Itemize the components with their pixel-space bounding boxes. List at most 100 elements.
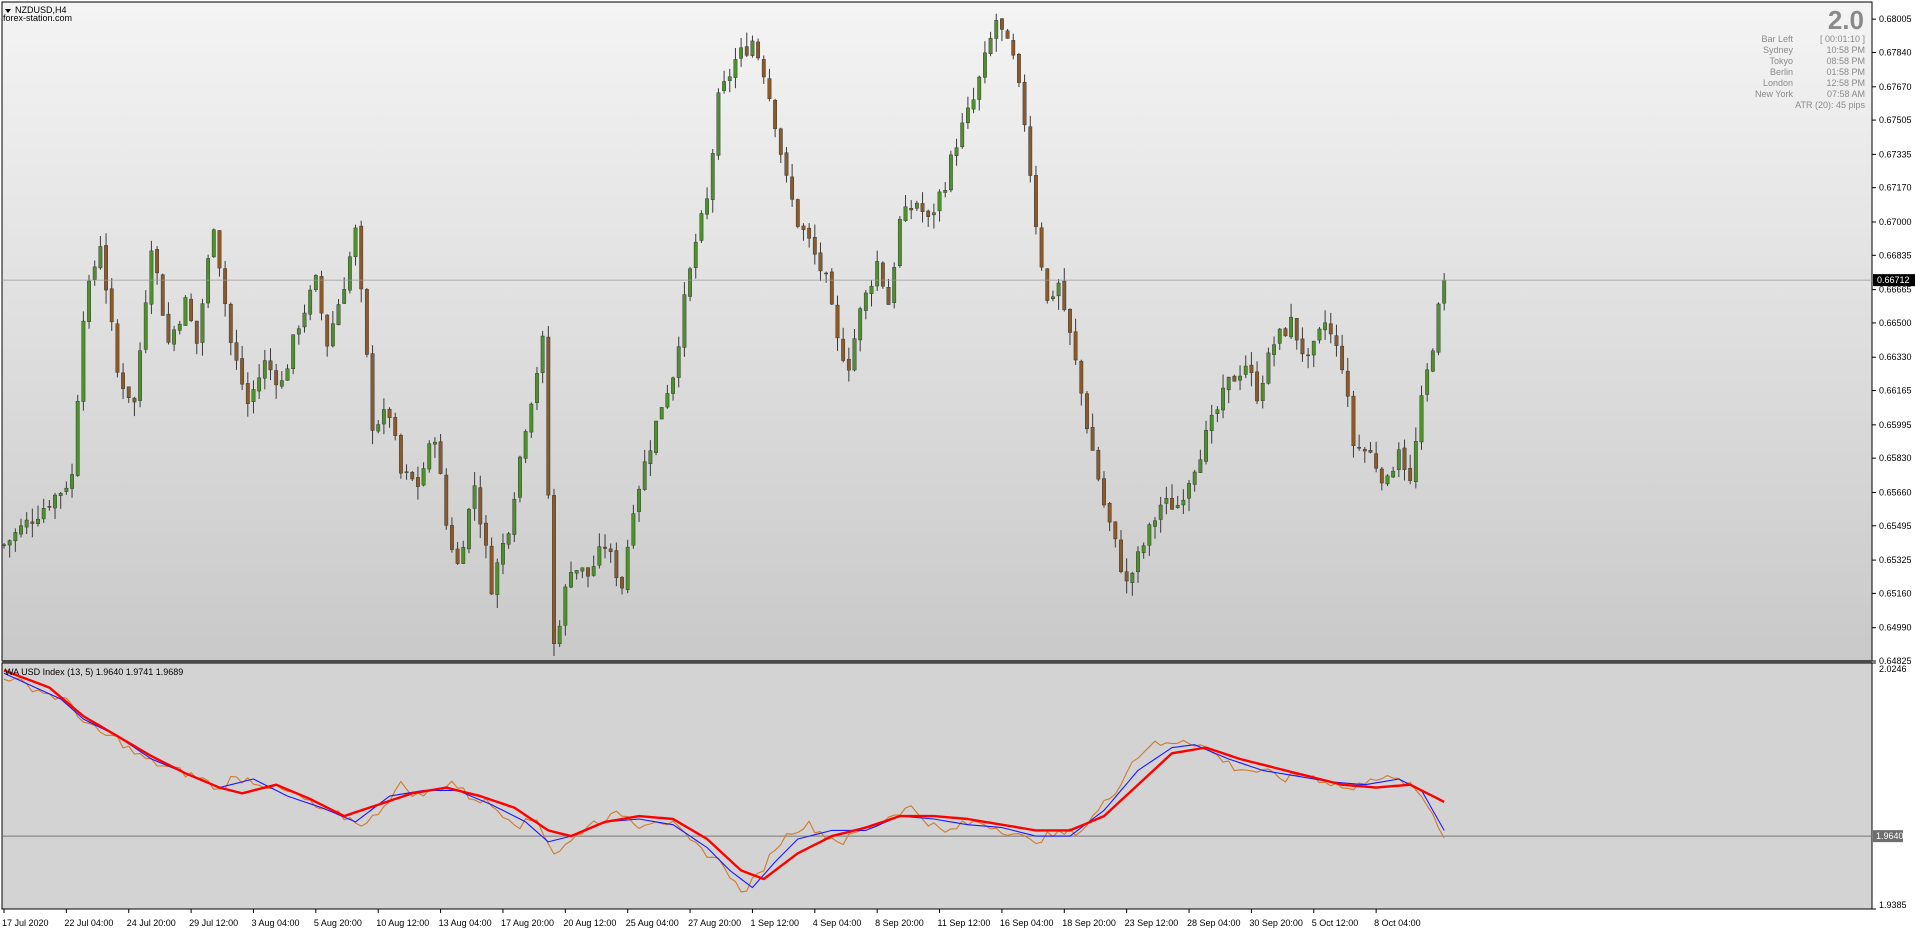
candle bbox=[977, 76, 982, 100]
candle bbox=[1147, 524, 1152, 546]
time-tick-label: 24 Jul 20:00 bbox=[127, 918, 176, 928]
price-tick-label: 0.67170 bbox=[1879, 183, 1912, 193]
indicator-value-label: 1.9640 bbox=[1876, 831, 1904, 841]
candle bbox=[342, 289, 347, 304]
pane-separator[interactable] bbox=[2, 660, 1872, 663]
candle bbox=[245, 383, 250, 404]
candle bbox=[535, 373, 539, 403]
price-tick-label: 0.65325 bbox=[1879, 555, 1912, 565]
candle bbox=[24, 519, 29, 528]
info-row-value: 12:58 PM bbox=[1826, 78, 1865, 88]
candle bbox=[1419, 395, 1424, 443]
candle bbox=[399, 435, 403, 474]
candle bbox=[1413, 441, 1418, 482]
candle bbox=[931, 212, 936, 216]
candle bbox=[829, 271, 834, 305]
candle bbox=[608, 548, 613, 552]
candle bbox=[206, 258, 211, 304]
candle bbox=[1283, 328, 1288, 337]
indicator-tick-label: 2.0246 bbox=[1879, 664, 1907, 674]
candle bbox=[767, 78, 772, 99]
candle bbox=[194, 320, 199, 344]
candle bbox=[642, 461, 647, 490]
candle bbox=[387, 408, 392, 419]
candle bbox=[546, 336, 551, 496]
time-tick-label: 22 Jul 04:00 bbox=[64, 918, 113, 928]
candle bbox=[682, 294, 687, 348]
candle bbox=[529, 403, 534, 433]
candle bbox=[1345, 370, 1350, 397]
candle bbox=[863, 292, 868, 311]
candle bbox=[183, 297, 188, 326]
candle bbox=[138, 350, 142, 401]
candle bbox=[1221, 387, 1225, 411]
candle bbox=[172, 329, 176, 345]
candle bbox=[461, 547, 466, 564]
price-tick-label: 0.66330 bbox=[1879, 352, 1912, 362]
time-tick-label: 27 Aug 20:00 bbox=[688, 918, 741, 928]
price-tick-label: 0.66500 bbox=[1879, 318, 1912, 328]
candle bbox=[1011, 40, 1016, 56]
candle bbox=[1062, 280, 1067, 311]
candle bbox=[234, 342, 239, 361]
candle bbox=[1362, 449, 1367, 452]
candle bbox=[1374, 453, 1379, 469]
mt4-chart-window[interactable]: 0.68005 0.67840 0.67670 0.67505 0.67335 0.671… bbox=[0, 0, 1916, 933]
candle bbox=[552, 495, 556, 644]
candle bbox=[70, 474, 74, 489]
candle bbox=[160, 274, 165, 316]
indicator-title[interactable]: WA USD Index (13, 5) 1.9640 1.9741 1.968… bbox=[5, 667, 183, 677]
candle bbox=[166, 313, 171, 343]
time-tick-label: 8 Oct 04:00 bbox=[1374, 918, 1421, 928]
candle bbox=[688, 268, 692, 297]
candle bbox=[523, 431, 528, 459]
candle bbox=[1113, 521, 1118, 540]
candle bbox=[1017, 54, 1021, 83]
candle bbox=[438, 441, 443, 474]
candle bbox=[1068, 308, 1072, 333]
time-tick-label: 10 Aug 12:00 bbox=[376, 918, 429, 928]
info-row-label: Bar Left bbox=[1761, 34, 1793, 44]
candle bbox=[1124, 571, 1129, 582]
candle bbox=[773, 99, 778, 130]
candle bbox=[676, 346, 681, 378]
time-tick-label: 8 Sep 20:00 bbox=[875, 918, 924, 928]
indicator-pane[interactable] bbox=[1, 662, 1873, 910]
candle bbox=[710, 153, 715, 200]
candle bbox=[393, 417, 398, 436]
candle bbox=[625, 546, 630, 590]
candle bbox=[1085, 393, 1089, 430]
candle bbox=[920, 203, 925, 212]
candle bbox=[818, 252, 823, 272]
candle bbox=[126, 386, 131, 399]
candle bbox=[744, 46, 749, 56]
candle bbox=[580, 567, 585, 572]
candle bbox=[716, 92, 721, 156]
candle bbox=[155, 249, 159, 274]
time-tick-label: 11 Sep 12:00 bbox=[938, 918, 991, 928]
candle bbox=[376, 424, 381, 432]
candle bbox=[943, 190, 948, 193]
candle bbox=[1255, 371, 1259, 402]
candle bbox=[1136, 551, 1140, 573]
candle bbox=[886, 287, 891, 305]
candle bbox=[1051, 296, 1055, 299]
candle bbox=[846, 358, 851, 371]
candle bbox=[92, 266, 97, 280]
candle bbox=[1187, 483, 1191, 499]
candle bbox=[1153, 520, 1157, 527]
candle bbox=[268, 360, 273, 371]
candle bbox=[1198, 459, 1203, 473]
candle bbox=[1340, 345, 1345, 371]
info-row-label: Sydney bbox=[1763, 45, 1794, 55]
price-tick-label: 0.66165 bbox=[1879, 386, 1912, 396]
chart-canvas[interactable]: 0.68005 0.67840 0.67670 0.67505 0.67335 0.671… bbox=[0, 0, 1916, 933]
candle bbox=[1430, 350, 1435, 372]
candle bbox=[733, 59, 738, 78]
candle bbox=[812, 237, 817, 255]
candle bbox=[1379, 468, 1384, 484]
price-pane[interactable] bbox=[1, 1, 1873, 662]
candle bbox=[1215, 409, 1220, 414]
candle bbox=[801, 225, 806, 230]
candle bbox=[1334, 335, 1339, 346]
